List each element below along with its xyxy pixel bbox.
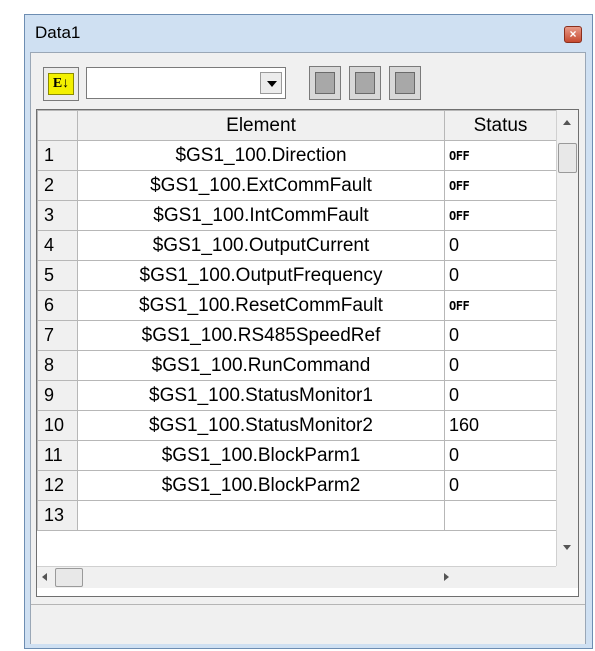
vertical-scroll-thumb[interactable] xyxy=(558,143,577,173)
table-row[interactable]: 10 $GS1_100.StatusMonitor2 160 xyxy=(37,410,557,441)
row-number[interactable]: 5 xyxy=(37,260,78,291)
status-cell[interactable]: OFF xyxy=(444,200,557,231)
vertical-scrollbar[interactable] xyxy=(556,110,578,566)
scroll-down-arrow-icon[interactable] xyxy=(563,545,571,550)
status-cell[interactable] xyxy=(444,500,557,531)
row-number[interactable]: 4 xyxy=(37,230,78,261)
client-area: E↓ Element Status 1 $GS1_100.Direction O… xyxy=(30,52,586,644)
table-row[interactable]: 2 $GS1_100.ExtCommFault OFF xyxy=(37,170,557,201)
table-row[interactable]: 5 $GS1_100.OutputFrequency 0 xyxy=(37,260,557,291)
element-cell[interactable]: $GS1_100.ExtCommFault xyxy=(77,170,445,201)
scroll-up-arrow-icon[interactable] xyxy=(563,120,571,125)
element-cell[interactable]: $GS1_100.BlockParm1 xyxy=(77,440,445,471)
element-cell[interactable]: $GS1_100.ResetCommFault xyxy=(77,290,445,321)
table-row[interactable]: 11 $GS1_100.BlockParm1 0 xyxy=(37,440,557,471)
row-number[interactable]: 9 xyxy=(37,380,78,411)
row-number[interactable]: 11 xyxy=(37,440,78,471)
window-title: Data1 xyxy=(35,23,81,42)
element-cell[interactable]: $GS1_100.BlockParm2 xyxy=(77,470,445,501)
sort-icon: E↓ xyxy=(48,73,74,95)
row-number[interactable]: 13 xyxy=(37,500,78,531)
status-cell[interactable]: OFF xyxy=(444,170,557,201)
title-bar[interactable]: Data1 × xyxy=(25,15,592,51)
row-number[interactable]: 6 xyxy=(37,290,78,321)
column-header-element[interactable]: Element xyxy=(77,110,445,141)
element-cell[interactable]: $GS1_100.StatusMonitor1 xyxy=(77,380,445,411)
element-dropdown[interactable] xyxy=(86,67,286,99)
status-cell[interactable]: OFF xyxy=(444,290,557,321)
horizontal-scrollbar[interactable] xyxy=(37,566,556,588)
row-number[interactable]: 10 xyxy=(37,410,78,441)
table-row[interactable]: 1 $GS1_100.Direction OFF xyxy=(37,140,557,171)
element-cell[interactable] xyxy=(77,500,445,531)
column-header-status[interactable]: Status xyxy=(444,110,557,141)
toolbar-button-3[interactable] xyxy=(389,66,421,100)
scroll-left-arrow-icon[interactable] xyxy=(42,573,47,581)
status-cell[interactable]: 0 xyxy=(444,350,557,381)
row-number[interactable]: 1 xyxy=(37,140,78,171)
status-cell[interactable]: 0 xyxy=(444,440,557,471)
table-row[interactable]: 6 $GS1_100.ResetCommFault OFF xyxy=(37,290,557,321)
scrollbar-corner xyxy=(556,566,578,588)
corner-header[interactable] xyxy=(37,110,78,141)
row-number[interactable]: 3 xyxy=(37,200,78,231)
blank-square-icon xyxy=(315,72,335,94)
table-row[interactable]: 8 $GS1_100.RunCommand 0 xyxy=(37,350,557,381)
element-cell[interactable]: $GS1_100.RS485SpeedRef xyxy=(77,320,445,351)
table-row[interactable]: 12 $GS1_100.BlockParm2 0 xyxy=(37,470,557,501)
table-row[interactable]: 4 $GS1_100.OutputCurrent 0 xyxy=(37,230,557,261)
element-cell[interactable]: $GS1_100.OutputFrequency xyxy=(77,260,445,291)
toolbar-button-1[interactable] xyxy=(309,66,341,100)
status-cell[interactable]: 0 xyxy=(444,380,557,411)
sort-button[interactable]: E↓ xyxy=(43,67,79,101)
grid-table: Element Status 1 $GS1_100.Direction OFF 2 $G… xyxy=(37,110,557,531)
element-cell[interactable]: $GS1_100.OutputCurrent xyxy=(77,230,445,261)
toolbar-button-2[interactable] xyxy=(349,66,381,100)
element-cell[interactable]: $GS1_100.Direction xyxy=(77,140,445,171)
table-row[interactable]: 13 xyxy=(37,500,557,531)
row-number[interactable]: 8 xyxy=(37,350,78,381)
row-number[interactable]: 7 xyxy=(37,320,78,351)
header-row: Element Status xyxy=(37,110,557,141)
element-cell[interactable]: $GS1_100.IntCommFault xyxy=(77,200,445,231)
data-grid: Element Status 1 $GS1_100.Direction OFF 2 $G… xyxy=(36,109,579,597)
scroll-right-arrow-icon[interactable] xyxy=(444,573,449,581)
blank-square-icon xyxy=(395,72,415,94)
element-cell[interactable]: $GS1_100.RunCommand xyxy=(77,350,445,381)
close-button[interactable]: × xyxy=(564,26,582,43)
element-cell[interactable]: $GS1_100.StatusMonitor2 xyxy=(77,410,445,441)
row-number[interactable]: 12 xyxy=(37,470,78,501)
status-cell[interactable]: 0 xyxy=(444,260,557,291)
status-bar xyxy=(31,604,585,644)
status-cell[interactable]: 0 xyxy=(444,230,557,261)
table-row[interactable]: 3 $GS1_100.IntCommFault OFF xyxy=(37,200,557,231)
toolbar: E↓ xyxy=(31,53,585,109)
status-cell[interactable]: 0 xyxy=(444,470,557,501)
status-cell[interactable]: 160 xyxy=(444,410,557,441)
data-window: Data1 × E↓ Element Status 1 $GS1_100.Dir… xyxy=(24,14,593,649)
chevron-down-icon[interactable] xyxy=(260,72,282,94)
status-cell[interactable]: 0 xyxy=(444,320,557,351)
blank-square-icon xyxy=(355,72,375,94)
table-row[interactable]: 9 $GS1_100.StatusMonitor1 0 xyxy=(37,380,557,411)
row-number[interactable]: 2 xyxy=(37,170,78,201)
horizontal-scroll-thumb[interactable] xyxy=(55,568,83,587)
table-row[interactable]: 7 $GS1_100.RS485SpeedRef 0 xyxy=(37,320,557,351)
status-cell[interactable]: OFF xyxy=(444,140,557,171)
